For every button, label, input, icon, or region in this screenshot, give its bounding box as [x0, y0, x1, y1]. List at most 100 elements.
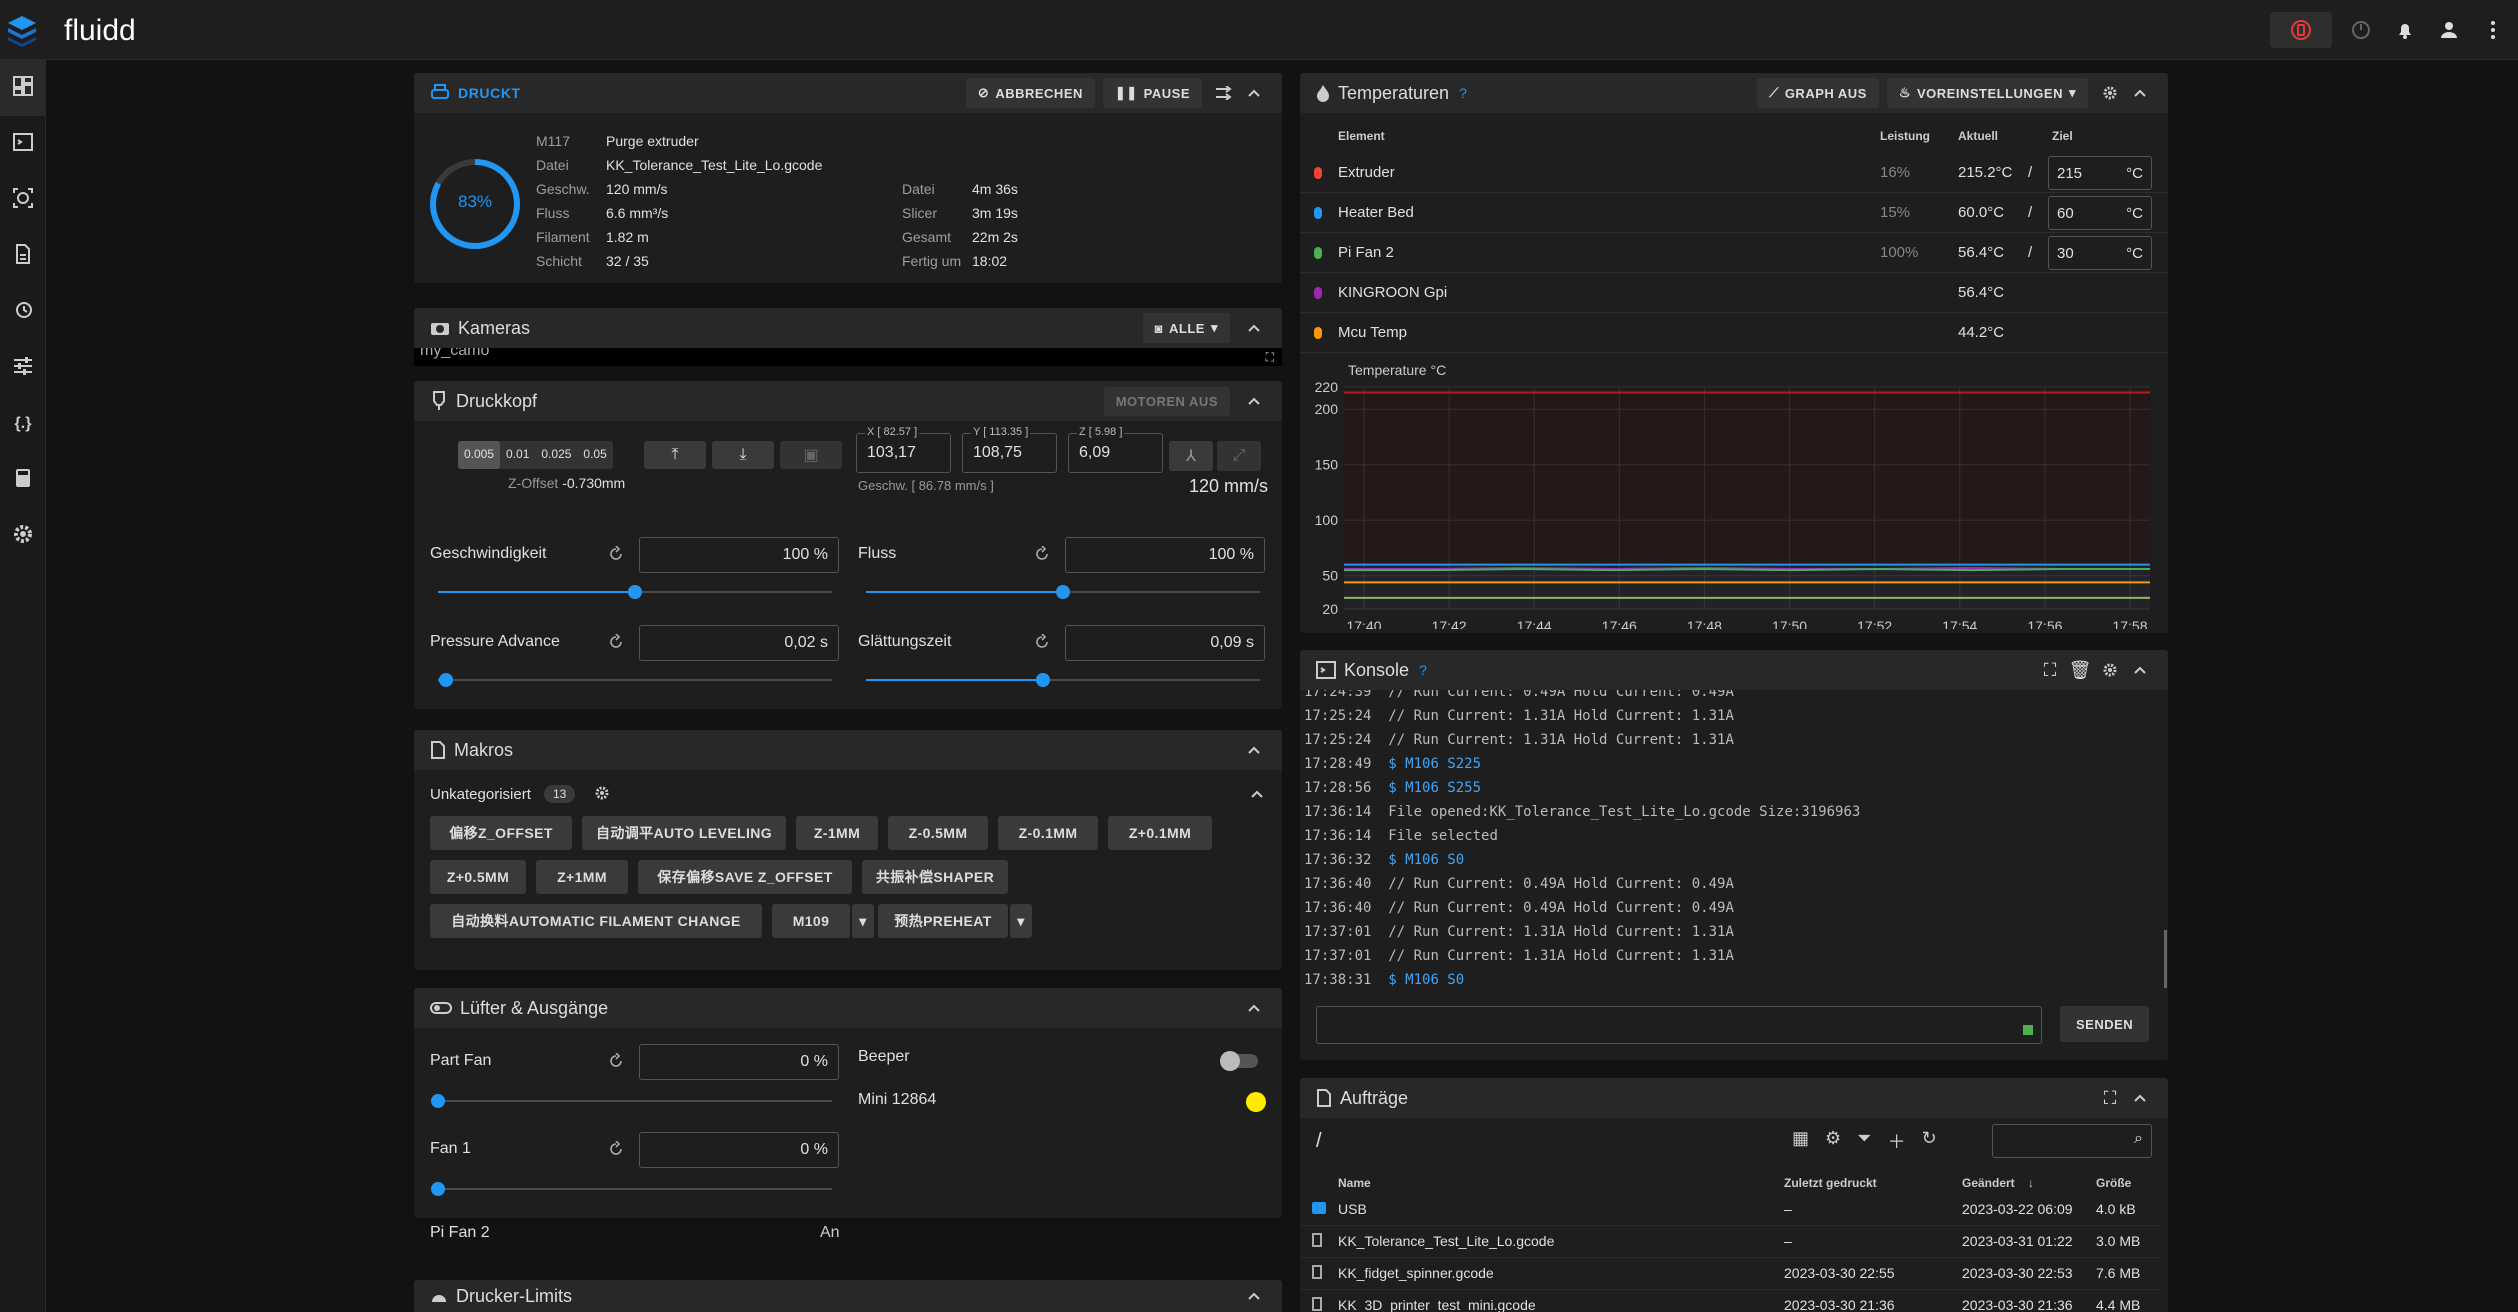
- expand-icon[interactable]: ⛶: [2098, 1086, 2122, 1110]
- bell-icon[interactable]: [2390, 15, 2420, 45]
- camera-stream[interactable]: my_camo ⛶: [414, 348, 1282, 366]
- reset-icon[interactable]: [1034, 545, 1052, 564]
- smooth-time-input[interactable]: 0,09 s: [1065, 625, 1265, 661]
- pressure-advance-slider[interactable]: [438, 673, 832, 687]
- heater-target-input[interactable]: 30 °C: [2048, 236, 2152, 270]
- pressure-advance-input[interactable]: 0,02 s: [639, 625, 839, 661]
- nav-dashboard[interactable]: [0, 60, 46, 116]
- help-icon[interactable]: ?: [1459, 85, 1467, 101]
- z-position-field[interactable]: Z [ 5.98 ] 6,09: [1068, 426, 1163, 473]
- nav-console[interactable]: [0, 116, 46, 172]
- z-down-button[interactable]: ⤓: [712, 441, 774, 469]
- console-command[interactable]: $ M106 S255: [1388, 780, 1481, 796]
- collapse-chevron-icon[interactable]: [1250, 786, 1264, 804]
- speed-factor-slider[interactable]: [438, 585, 832, 599]
- collapse-chevron-icon[interactable]: [2128, 1086, 2152, 1110]
- macro-button[interactable]: 自动调平AUTO LEVELING: [582, 816, 786, 850]
- macro-button[interactable]: 预热PREHEAT: [878, 904, 1008, 938]
- exclude-object-icon[interactable]: [1212, 81, 1236, 105]
- image-toggle-icon[interactable]: ▦: [1792, 1128, 1809, 1154]
- power-icon[interactable]: [2346, 15, 2376, 45]
- console-command[interactable]: $ M106 S0: [1388, 852, 1464, 868]
- more-vert-icon[interactable]: [2478, 15, 2508, 45]
- cameras-all-button[interactable]: ◙ ALLE ▾: [1142, 313, 1230, 343]
- console-input[interactable]: [1316, 1006, 2042, 1044]
- beeper-toggle[interactable]: [1220, 1051, 1258, 1071]
- expand-icon[interactable]: ⛶: [2038, 658, 2062, 682]
- gear-icon[interactable]: [594, 785, 610, 806]
- slider-knob[interactable]: [431, 1182, 445, 1196]
- nav-history[interactable]: [0, 284, 46, 340]
- flow-slider[interactable]: [866, 585, 1260, 599]
- heater-target-input[interactable]: 215 °C: [2048, 156, 2152, 190]
- nav-tune[interactable]: [0, 340, 46, 396]
- collapse-chevron-icon[interactable]: [1242, 81, 1266, 105]
- collapse-chevron-icon[interactable]: [2128, 658, 2152, 682]
- collapse-chevron-icon[interactable]: [1242, 1284, 1266, 1308]
- macro-category-label[interactable]: Unkategorisiert: [430, 786, 531, 803]
- gear-icon[interactable]: [2098, 658, 2122, 682]
- macro-button[interactable]: M109: [772, 904, 850, 938]
- reset-icon[interactable]: [608, 1140, 626, 1159]
- presets-button[interactable]: ♨ VOREINSTELLUNGEN ▾: [1886, 78, 2088, 108]
- collapse-chevron-icon[interactable]: [1242, 738, 1266, 762]
- step-size-option[interactable]: 0.025: [535, 441, 577, 469]
- macro-button[interactable]: Z+0.5MM: [430, 860, 526, 894]
- cancel-print-button[interactable]: ⊘ ABBRECHEN: [965, 78, 1095, 108]
- slider-knob[interactable]: [438, 673, 453, 687]
- macro-button[interactable]: 偏移Z_OFFSET: [430, 816, 572, 850]
- send-button[interactable]: SENDEN: [2060, 1006, 2150, 1042]
- file-search-input[interactable]: ⌕: [1992, 1124, 2152, 1158]
- save-offset-button[interactable]: ▣: [780, 441, 842, 469]
- col-changed[interactable]: Geändert: [1962, 1176, 2015, 1190]
- macro-button[interactable]: 保存偏移SAVE Z_OFFSET: [638, 860, 852, 894]
- macro-button[interactable]: 自动换料AUTOMATIC FILAMENT CHANGE: [430, 904, 762, 938]
- console-scrollbar[interactable]: [2164, 930, 2167, 988]
- x-position-field[interactable]: X [ 82.57 ] 103,17: [856, 426, 951, 473]
- nav-webcam[interactable]: [0, 172, 46, 228]
- macro-button[interactable]: Z-0.1MM: [998, 816, 1098, 850]
- step-size-option[interactable]: 0.01: [500, 441, 535, 469]
- macro-button[interactable]: 共振补偿SHAPER: [862, 860, 1008, 894]
- col-size[interactable]: Größe: [2096, 1176, 2131, 1190]
- nav-macros[interactable]: {.}: [0, 396, 46, 452]
- reset-icon[interactable]: [608, 1052, 626, 1071]
- flow-input[interactable]: 100 %: [1065, 537, 1265, 573]
- console-command[interactable]: $ M106 S0: [1388, 972, 1464, 988]
- slider-knob[interactable]: [1056, 585, 1070, 599]
- y-position-field[interactable]: Y [ 113.35 ] 108,75: [962, 426, 1057, 473]
- dropdown-icon[interactable]: ▾: [852, 904, 874, 938]
- fullscreen-icon[interactable]: ⛶: [1266, 350, 1274, 365]
- fan1-input[interactable]: 0 %: [639, 1132, 839, 1168]
- macro-button[interactable]: Z-0.5MM: [888, 816, 988, 850]
- file-row[interactable]: USB – 2023-03-22 06:09 4.0 kB: [1300, 1194, 2160, 1226]
- slider-knob[interactable]: [628, 585, 642, 599]
- slider-knob[interactable]: [1036, 673, 1051, 687]
- move-to-button[interactable]: ⤢: [1217, 441, 1261, 471]
- collapse-chevron-icon[interactable]: [1242, 996, 1266, 1020]
- nav-calculator[interactable]: [0, 452, 46, 508]
- emergency-stop-button[interactable]: [2270, 12, 2332, 48]
- collapse-chevron-icon[interactable]: [1242, 389, 1266, 413]
- col-name[interactable]: Name: [1338, 1176, 1371, 1190]
- dropdown-icon[interactable]: ▾: [1010, 904, 1032, 938]
- z-up-button[interactable]: ⤒: [644, 441, 706, 469]
- step-size-option[interactable]: 0.05: [577, 441, 612, 469]
- collapse-chevron-icon[interactable]: [1242, 316, 1266, 340]
- speed-factor-input[interactable]: 100 %: [639, 537, 839, 573]
- heater-target-input[interactable]: 60 °C: [2048, 196, 2152, 230]
- reset-icon[interactable]: [1034, 633, 1052, 652]
- file-row[interactable]: KK_Tolerance_Test_Lite_Lo.gcode – 2023-03-…: [1300, 1226, 2160, 1258]
- home-all-button[interactable]: ⅄: [1169, 441, 1213, 471]
- macro-button[interactable]: Z-1MM: [796, 816, 878, 850]
- graph-toggle-button[interactable]: ⟋ GRAPH AUS: [1757, 78, 1879, 108]
- pause-print-button[interactable]: ❚❚ PAUSE: [1102, 78, 1202, 108]
- part-fan-slider[interactable]: [431, 1094, 832, 1108]
- console-command[interactable]: $ M106 S225: [1388, 756, 1481, 772]
- slider-knob[interactable]: [431, 1094, 445, 1108]
- account-icon[interactable]: [2434, 15, 2464, 45]
- step-size-option[interactable]: 0.005: [458, 441, 501, 469]
- collapse-chevron-icon[interactable]: [2128, 81, 2152, 105]
- led-color-swatch[interactable]: [1246, 1092, 1266, 1112]
- help-icon[interactable]: ?: [1419, 662, 1427, 678]
